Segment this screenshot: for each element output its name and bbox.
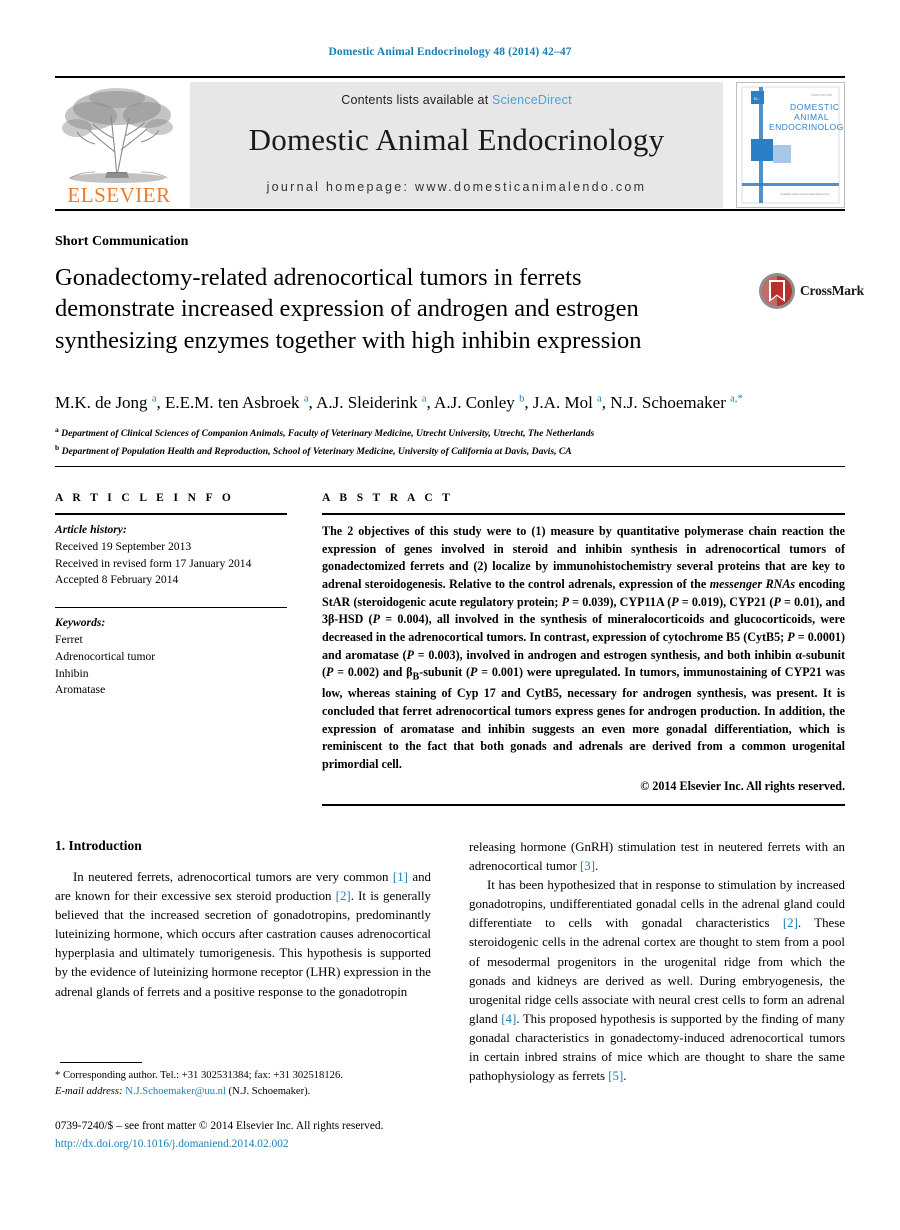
article-page: Domestic Animal Endocrinology 48 (2014) … [0, 0, 900, 1230]
elsevier-tree-icon [62, 88, 173, 183]
affiliation-b: b Department of Population Health and Re… [55, 442, 845, 460]
body-column-right: releasing hormone (GnRH) stimulation tes… [469, 838, 845, 1086]
keyword-item: Inhibin [55, 666, 89, 680]
keywords-divider [55, 607, 287, 609]
intro-paragraph-right-1: releasing hormone (GnRH) stimulation tes… [469, 840, 845, 874]
keyword-item: Adrenocortical tumor [55, 649, 156, 663]
doi-link[interactable]: http://dx.doi.org/10.1016/j.domaniend.20… [55, 1136, 475, 1154]
elsevier-logo: ELSEVIER [55, 82, 183, 208]
footnote-divider [60, 1062, 142, 1063]
article-type: Short Communication [55, 234, 189, 249]
abstract-copyright: © 2014 Elsevier Inc. All rights reserved… [640, 778, 845, 793]
affiliations: a Department of Clinical Sciences of Com… [55, 424, 845, 460]
crossmark-icon [759, 273, 795, 309]
header-bottom-rule [55, 209, 845, 211]
page-footer: 0739-7240/$ – see front matter © 2014 El… [55, 1118, 475, 1153]
section-heading-introduction: 1. Introduction [55, 838, 142, 853]
svg-text:Available online at www.scienc: Available online at www.sciencedirect.co… [781, 192, 830, 196]
abstract-bottom-rule [322, 803, 845, 806]
intro-paragraph-right-2: It has been hypothesized that in respons… [469, 878, 845, 1084]
svg-text:DOMESTIC: DOMESTIC [790, 102, 840, 112]
contents-prefix: Contents lists available at [341, 93, 493, 107]
journal-homepage[interactable]: journal homepage: www.domesticanimalendo… [190, 180, 723, 194]
article-info-label: A R T I C L E I N F O [55, 492, 235, 504]
journal-cover-image: ELS ISSN 0739-7240 DOMESTIC ANIMAL ENDOC… [737, 83, 844, 207]
running-head: Domestic Animal Endocrinology 48 (2014) … [328, 46, 572, 58]
crossmark-label: CrossMark [800, 283, 864, 298]
page-title: Gonadectomy-related adrenocortical tumor… [55, 264, 642, 354]
article-history-heading: Article history: [55, 523, 127, 536]
affiliation-a: a Department of Clinical Sciences of Com… [55, 424, 845, 442]
crossmark-badge[interactable]: CrossMark [758, 272, 864, 312]
abstract-top-rule [322, 513, 845, 515]
article-history: Article history: Received 19 September 2… [55, 522, 287, 589]
history-item: Accepted 8 February 2014 [55, 573, 179, 587]
keyword-item: Aromatase [55, 683, 106, 697]
keyword-item: Ferret [55, 632, 83, 646]
body-column-left: 1. Introduction In neutered ferrets, adr… [55, 838, 431, 1002]
author-list: M.K. de Jong a, E.E.M. ten Asbroek a, A.… [55, 393, 743, 412]
corresponding-author-note: * Corresponding author. Tel.: +31 302531… [55, 1070, 343, 1097]
svg-text:ANIMAL: ANIMAL [794, 112, 829, 122]
contents-available-line: Contents lists available at ScienceDirec… [190, 82, 723, 107]
journal-title: Domestic Animal Endocrinology [248, 122, 665, 157]
abstract-text: The 2 objectives of this study were to (… [322, 524, 846, 771]
issn-copyright-line: 0739-7240/$ – see front matter © 2014 El… [55, 1120, 384, 1132]
journal-header: ELSEVIER Contents lists available at Sci… [55, 76, 845, 211]
affiliation-b-mark: b [55, 443, 60, 453]
journal-banner: Contents lists available at ScienceDirec… [190, 82, 723, 208]
sciencedirect-link[interactable]: ScienceDirect [492, 93, 572, 107]
history-item: Received 19 September 2013 [55, 539, 192, 553]
affiliation-a-text: Department of Clinical Sciences of Compa… [61, 428, 595, 440]
abstract-section: A B S T R A C T The 2 objectives of this… [322, 492, 845, 806]
affiliation-b-text: Department of Population Health and Repr… [61, 446, 572, 458]
divider-under-authors [55, 466, 845, 467]
abstract-label: A B S T R A C T [322, 492, 454, 504]
keywords-heading: Keywords: [55, 616, 106, 630]
header-top-rule [55, 76, 845, 78]
intro-paragraph-left: In neutered ferrets, adrenocortical tumo… [55, 870, 431, 999]
affiliation-a-mark: a [55, 425, 59, 434]
history-item: Received in revised form 17 January 2014 [55, 556, 252, 570]
svg-text:ISSN 0739-7240: ISSN 0739-7240 [811, 93, 832, 97]
article-info-section: A R T I C L E I N F O Article history: R… [55, 492, 287, 699]
elsevier-wordmark: ELSEVIER [67, 183, 171, 207]
journal-cover-thumbnail: ELS ISSN 0739-7240 DOMESTIC ANIMAL ENDOC… [736, 82, 845, 208]
svg-text:ENDOCRINOLOGY: ENDOCRINOLOGY [769, 122, 844, 132]
article-info-rule [55, 513, 287, 515]
keywords-block: Keywords: Ferret Adrenocortical tumor In… [55, 615, 287, 699]
